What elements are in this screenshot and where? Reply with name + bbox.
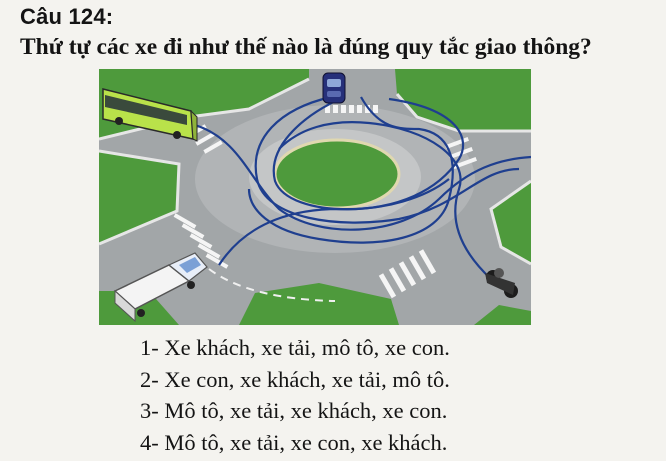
- car-icon: [322, 72, 346, 104]
- question-number: Câu 124:: [20, 4, 114, 29]
- answer-option-3[interactable]: 3- Mô tô, xe tải, xe khách, xe con.: [140, 395, 660, 427]
- answer-option-1[interactable]: 1- Xe khách, xe tải, mô tô, xe con.: [140, 332, 660, 364]
- roundabout-svg: [99, 69, 531, 325]
- answer-options: 1- Xe khách, xe tải, mô tô, xe con. 2- X…: [140, 332, 660, 458]
- center-island: [273, 138, 401, 210]
- answer-option-4[interactable]: 4- Mô tô, xe tải, xe con, xe khách.: [140, 427, 660, 459]
- roundabout-illustration: [99, 69, 531, 325]
- answer-option-2[interactable]: 2- Xe con, xe khách, xe tải, mô tô.: [140, 364, 660, 396]
- question-text: Thứ tự các xe đi như thế nào là đúng quy…: [20, 34, 592, 60]
